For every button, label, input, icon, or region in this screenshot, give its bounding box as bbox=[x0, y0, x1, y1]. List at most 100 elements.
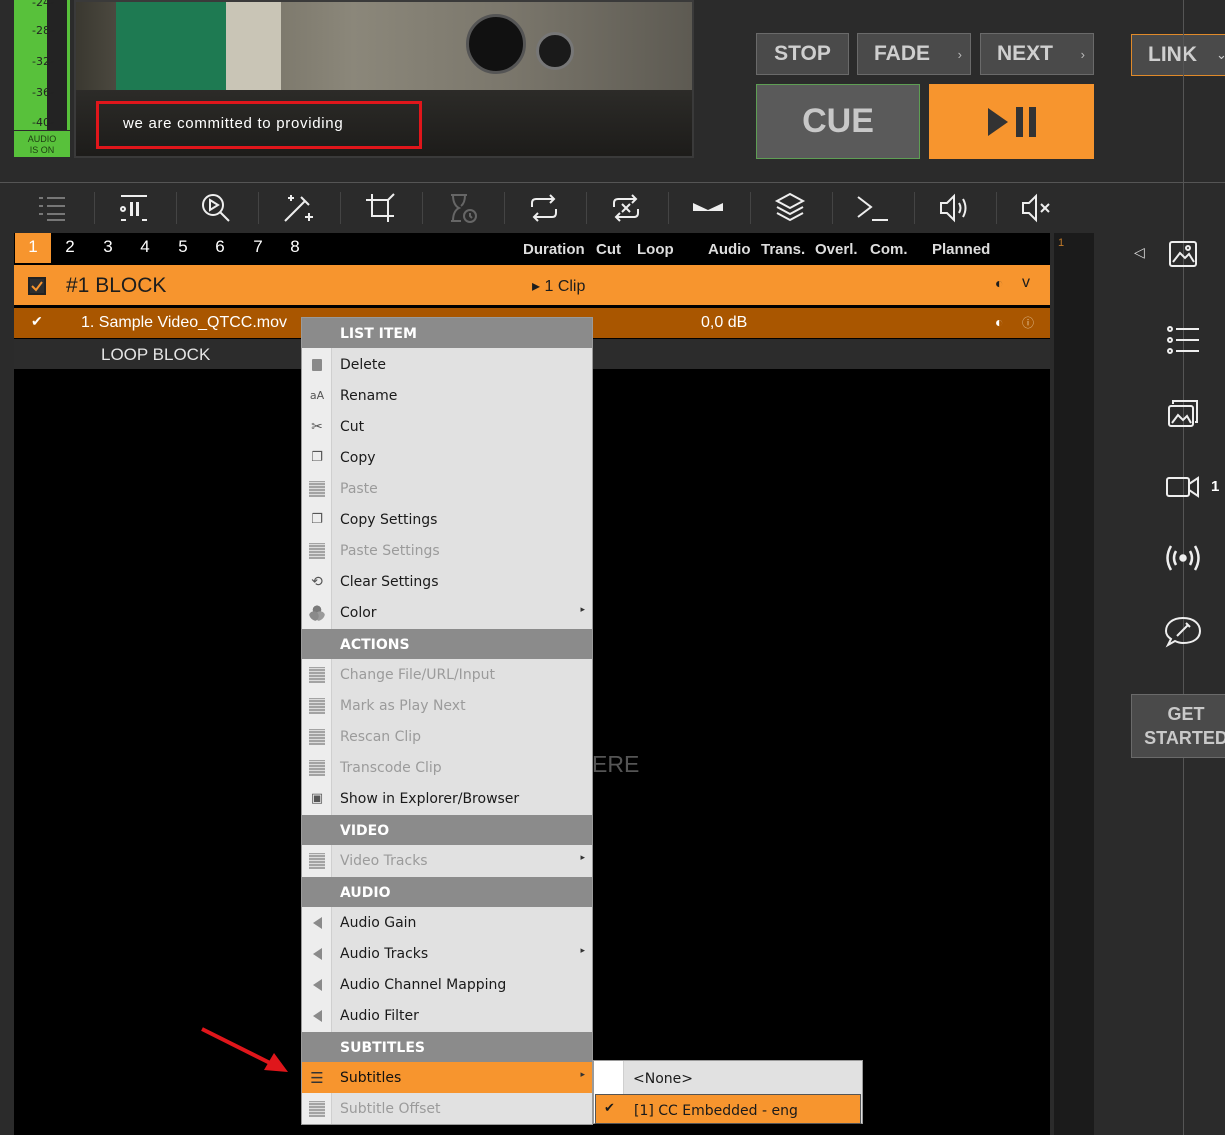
get-started-label: STARTED bbox=[1144, 728, 1225, 748]
menu-item-label: Audio Filter bbox=[340, 1008, 419, 1024]
menu-item-audio-filter[interactable]: Audio Filter bbox=[302, 1000, 592, 1031]
menu-item-paste[interactable]: Paste bbox=[302, 473, 592, 504]
menu-item-change-file[interactable]: Change File/URL/Input bbox=[302, 659, 592, 690]
column-planned[interactable]: Planned bbox=[932, 241, 990, 258]
block-clip-count[interactable]: ▸ 1 Clip bbox=[532, 276, 585, 296]
volume-icon[interactable] bbox=[924, 188, 984, 228]
mute-icon[interactable] bbox=[1006, 188, 1066, 228]
menu-item-label: Change File/URL/Input bbox=[340, 667, 495, 683]
camera-icon[interactable] bbox=[1160, 467, 1206, 507]
chevron-right-icon: › bbox=[1080, 46, 1085, 62]
menu-item-mark-play-next[interactable]: Mark as Play Next bbox=[302, 690, 592, 721]
speaker-icon bbox=[309, 946, 325, 962]
menu-item-show-in-explorer[interactable]: ▣ Show in Explorer/Browser bbox=[302, 783, 592, 814]
copy-icon: ❐ bbox=[311, 450, 323, 465]
tab-playlist-3[interactable]: 3 bbox=[90, 233, 126, 263]
camera-count: 1 bbox=[1211, 478, 1220, 495]
menu-item-audio-channel-mapping[interactable]: Audio Channel Mapping bbox=[302, 969, 592, 1000]
pause-block-icon[interactable] bbox=[104, 188, 164, 228]
menu-item-audio-tracks[interactable]: Audio Tracks ▸ bbox=[302, 938, 592, 969]
menu-item-video-tracks[interactable]: Video Tracks ▸ bbox=[302, 845, 592, 876]
clip-audio-gain: 0,0 dB bbox=[701, 314, 748, 331]
meter-tick: -40- bbox=[32, 116, 54, 129]
menu-item-label: Audio Channel Mapping bbox=[340, 977, 507, 993]
info-icon[interactable]: ⓘ bbox=[1022, 314, 1034, 331]
crop-icon[interactable] bbox=[350, 188, 410, 228]
ruler-number: 1 bbox=[1058, 237, 1065, 249]
list-settings-icon[interactable] bbox=[22, 188, 82, 228]
menu-item-subtitles[interactable]: ☰ Subtitles ▸ bbox=[302, 1062, 592, 1093]
subtitle-option-cc-embedded[interactable]: ✔ [1] CC Embedded - eng bbox=[595, 1094, 861, 1124]
menu-item-rescan-clip[interactable]: Rescan Clip bbox=[302, 721, 592, 752]
menu-item-subtitle-offset[interactable]: Subtitle Offset bbox=[302, 1093, 592, 1124]
half-circle-icon[interactable]: ◐ bbox=[995, 275, 1003, 291]
menu-item-label: Paste bbox=[340, 481, 378, 497]
shuffle-icon[interactable] bbox=[596, 188, 656, 228]
menu-item-paste-settings[interactable]: Paste Settings bbox=[302, 535, 592, 566]
menu-item-transcode-clip[interactable]: Transcode Clip bbox=[302, 752, 592, 783]
column-audio[interactable]: Audio bbox=[708, 241, 751, 258]
menu-item-clear-settings[interactable]: ⟲ Clear Settings bbox=[302, 566, 592, 597]
column-overl[interactable]: Overl. bbox=[815, 241, 858, 258]
magic-wand-icon[interactable] bbox=[268, 188, 328, 228]
media-library-icon[interactable] bbox=[1160, 394, 1206, 434]
cue-button[interactable]: CUE bbox=[756, 84, 920, 159]
layers-icon[interactable] bbox=[760, 188, 820, 228]
menu-item-cut[interactable]: ✂ Cut bbox=[302, 411, 592, 442]
image-folder-icon[interactable] bbox=[1160, 234, 1206, 274]
menu-item-copy-settings[interactable]: ❐ Copy Settings bbox=[302, 504, 592, 535]
command-icon[interactable] bbox=[842, 188, 902, 228]
menu-item-delete[interactable]: Delete bbox=[302, 349, 592, 380]
submenu-arrow-icon: ▸ bbox=[580, 946, 585, 956]
tab-playlist-5[interactable]: 5 bbox=[165, 233, 201, 263]
block-collapse-toggle[interactable]: v bbox=[1022, 274, 1030, 292]
tab-playlist-7[interactable]: 7 bbox=[240, 233, 276, 263]
audio-status-badge[interactable]: AUDIO IS ON bbox=[14, 130, 70, 157]
menu-item-label: Audio Tracks bbox=[340, 946, 429, 962]
fade-button[interactable]: FADE › bbox=[857, 33, 971, 75]
stop-button[interactable]: STOP bbox=[756, 33, 849, 75]
menu-item-audio-gain[interactable]: Audio Gain bbox=[302, 907, 592, 938]
menu-item-label: Rename bbox=[340, 388, 398, 404]
menu-item-label: Paste Settings bbox=[340, 543, 440, 559]
playlist-icon[interactable] bbox=[1160, 320, 1206, 360]
timer-icon[interactable] bbox=[432, 188, 492, 228]
link-button[interactable]: LINK ⌄ bbox=[1131, 34, 1225, 76]
rename-icon: aA bbox=[309, 389, 325, 402]
column-cut[interactable]: Cut bbox=[596, 241, 621, 258]
subtitle-option-none[interactable]: <None> bbox=[595, 1063, 861, 1093]
playlist-toolbar bbox=[10, 188, 1080, 228]
meter-tick: -36- bbox=[32, 86, 54, 99]
color-icon bbox=[309, 605, 325, 621]
block-row[interactable]: #1 BLOCK ▸ 1 Clip ◐ v bbox=[14, 265, 1050, 305]
column-com[interactable]: Com. bbox=[870, 241, 908, 258]
get-started-button[interactable]: GET STARTED bbox=[1131, 694, 1225, 758]
floppy-icon: ▣ bbox=[310, 791, 324, 806]
menu-header-audio: AUDIO bbox=[302, 877, 592, 907]
speaker-icon bbox=[309, 977, 325, 993]
menu-item-color[interactable]: Color ▸ bbox=[302, 597, 592, 628]
search-play-icon[interactable] bbox=[186, 188, 246, 228]
play-pause-button[interactable] bbox=[929, 84, 1094, 159]
collapse-left-icon[interactable]: ◁ bbox=[1134, 244, 1145, 261]
column-trans[interactable]: Trans. bbox=[761, 241, 805, 258]
column-duration[interactable]: Duration bbox=[523, 241, 585, 258]
next-button[interactable]: NEXT › bbox=[980, 33, 1094, 75]
broadcast-icon[interactable] bbox=[1160, 538, 1206, 578]
block-checkbox[interactable] bbox=[28, 277, 46, 295]
menu-item-label: Audio Gain bbox=[340, 915, 417, 931]
tab-playlist-6[interactable]: 6 bbox=[202, 233, 238, 263]
tab-playlist-2[interactable]: 2 bbox=[52, 233, 88, 263]
transition-icon[interactable] bbox=[678, 188, 738, 228]
column-loop[interactable]: Loop bbox=[637, 241, 674, 258]
comment-edit-icon[interactable] bbox=[1160, 612, 1206, 652]
menu-item-copy[interactable]: ❐ Copy bbox=[302, 442, 592, 473]
menu-item-rename[interactable]: aA Rename bbox=[302, 380, 592, 411]
copy-settings-icon: ❐ bbox=[311, 512, 323, 527]
half-circle-icon[interactable]: ◐ bbox=[995, 314, 1003, 330]
subtitles-submenu: <None> ✔ [1] CC Embedded - eng bbox=[593, 1060, 863, 1124]
tab-playlist-4[interactable]: 4 bbox=[127, 233, 163, 263]
tab-playlist-8[interactable]: 8 bbox=[277, 233, 313, 263]
tab-playlist-1[interactable]: 1 bbox=[15, 233, 51, 263]
loop-icon[interactable] bbox=[514, 188, 574, 228]
